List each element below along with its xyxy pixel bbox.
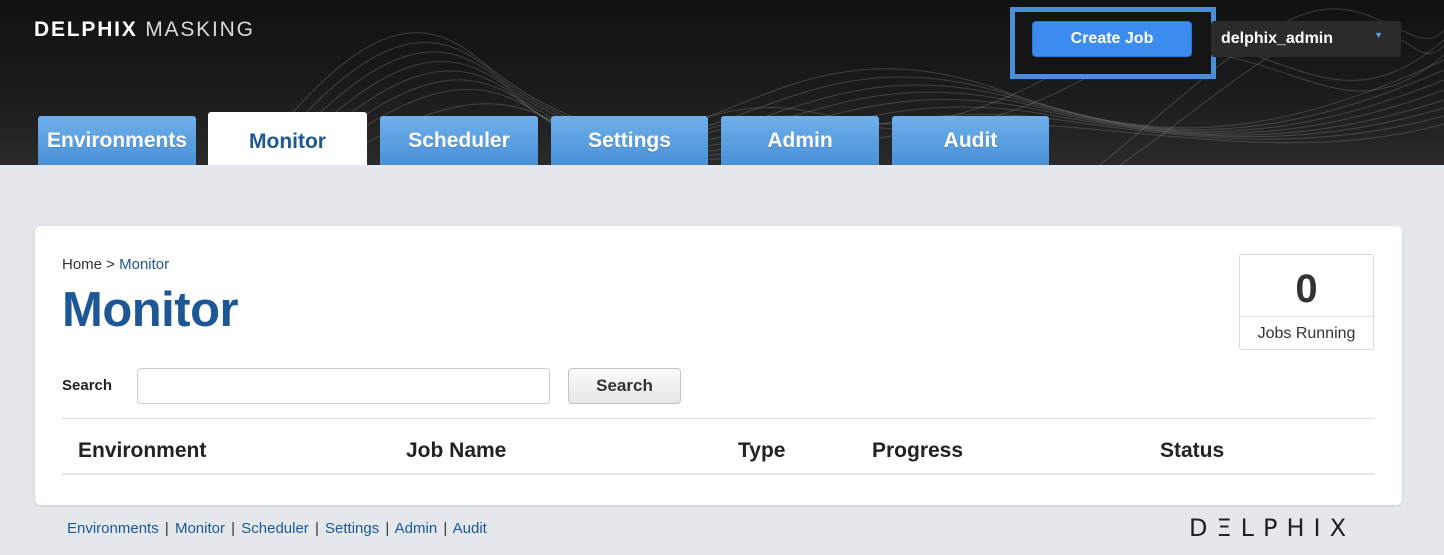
tab-settings[interactable]: Settings xyxy=(551,116,708,165)
column-header-job-name[interactable]: Job Name xyxy=(406,439,506,463)
column-header-status[interactable]: Status xyxy=(1160,439,1224,463)
app-logo[interactable]: DELPHIX MASKING xyxy=(34,18,255,42)
footer-link-admin[interactable]: Admin xyxy=(395,520,438,537)
breadcrumb: Home > Monitor xyxy=(62,256,169,273)
tab-environments[interactable]: Environments xyxy=(38,116,196,165)
footer-link-monitor[interactable]: Monitor xyxy=(175,520,225,537)
column-header-environment[interactable]: Environment xyxy=(78,439,206,463)
footer-link-scheduler[interactable]: Scheduler xyxy=(241,520,309,537)
breadcrumb-current[interactable]: Monitor xyxy=(119,256,169,273)
footer-nav: Environments | Monitor | Scheduler | Set… xyxy=(67,520,487,537)
logo-bold-text: DELPHIX xyxy=(34,18,138,41)
footer-separator: | xyxy=(164,520,169,537)
footer-link-audit[interactable]: Audit xyxy=(453,520,487,537)
tab-audit[interactable]: Audit xyxy=(892,116,1049,165)
user-name: delphix_admin xyxy=(1221,30,1334,47)
search-button[interactable]: Search xyxy=(568,368,681,404)
create-job-button[interactable]: Create Job xyxy=(1032,21,1192,57)
chevron-down-icon: ▼ xyxy=(1374,30,1383,40)
page-title: Monitor xyxy=(62,283,239,337)
breadcrumb-home[interactable]: Home xyxy=(62,256,102,273)
footer-separator: | xyxy=(385,520,390,537)
jobs-running-counter: 0 Jobs Running xyxy=(1239,254,1374,350)
breadcrumb-separator: > xyxy=(102,256,120,273)
column-header-type[interactable]: Type xyxy=(738,439,785,463)
footer-delphix-logo: DΞLPHIX xyxy=(1189,514,1356,542)
footer-link-environments[interactable]: Environments xyxy=(67,520,159,537)
jobs-table-header: Environment Job Name Type Progress Statu… xyxy=(62,419,1374,475)
column-header-progress[interactable]: Progress xyxy=(872,439,963,463)
search-input[interactable] xyxy=(137,368,550,404)
footer-separator: | xyxy=(443,520,448,537)
footer-separator: | xyxy=(231,520,236,537)
footer-separator: | xyxy=(314,520,319,537)
jobs-running-label: Jobs Running xyxy=(1257,325,1356,342)
search-label: Search xyxy=(62,377,113,394)
jobs-running-count: 0 xyxy=(1295,267,1318,311)
logo-light-text: MASKING xyxy=(145,18,255,41)
tab-admin[interactable]: Admin xyxy=(721,116,879,165)
tab-scheduler[interactable]: Scheduler xyxy=(380,116,538,165)
tab-monitor[interactable]: Monitor xyxy=(208,112,367,165)
jobs-counter-divider xyxy=(1240,316,1373,317)
footer-link-settings[interactable]: Settings xyxy=(325,520,379,537)
user-menu[interactable]: delphix_admin ▼ xyxy=(1211,21,1401,57)
